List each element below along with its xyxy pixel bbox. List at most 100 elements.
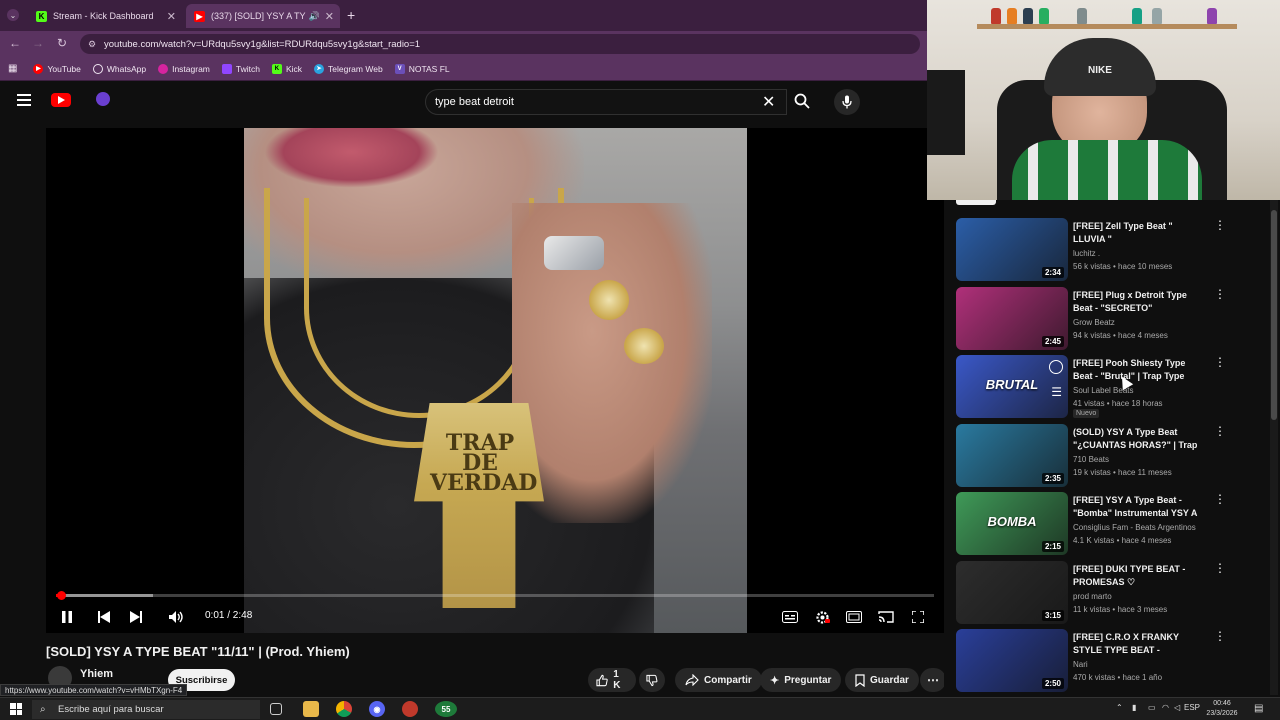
recommendation-item[interactable]: 2:50 [FREE] C.R.O X FRANKY STYLE TYPE BEA… [956,629,1256,693]
video-thumbnail[interactable]: 3:15 [956,560,1068,624]
obs-icon[interactable] [402,701,418,717]
recommendation-title[interactable]: (SOLD) YSY A Type Beat "¿CUANTAS HORAS?"… [1073,426,1205,453]
voice-search-button[interactable] [834,89,860,115]
sidebar-scrollbar[interactable] [1270,200,1278,695]
taskbar-clock[interactable]: 00:46 23/3/2026 [1200,699,1244,719]
dislike-button[interactable] [639,668,665,692]
youtube-logo-icon[interactable] [51,93,71,107]
recommendation-item[interactable]: BRUTAL ☰ [FREE] Pooh Shiesty Type Beat - "… [956,355,1256,419]
video-thumbnail[interactable]: 2:45 [956,286,1068,350]
scrollbar-thumb[interactable] [1271,210,1277,420]
like-button[interactable]: 1 K [588,668,636,692]
video-player[interactable]: TRAP DE VERDAD 0:01 / 2:48 [46,128,944,633]
more-options-icon[interactable]: ⋮ [1214,356,1226,368]
theater-mode-button[interactable] [843,606,865,628]
bookmark-twitch[interactable]: Twitch [221,63,260,74]
more-options-icon[interactable]: ⋮ [1214,288,1226,300]
recommendation-channel[interactable]: Nari [1073,658,1088,671]
recommendation-item[interactable]: 2:45 [FREE] Plug x Detroit Type Beat - "S… [956,286,1256,351]
recommendation-channel[interactable]: prod marto [1073,590,1112,603]
video-thumbnail[interactable]: BRUTAL ☰ [956,355,1068,418]
scrubber-handle[interactable] [57,591,67,600]
recommendation-channel[interactable]: luchitz . [1073,247,1100,260]
recommendation-title[interactable]: [FREE] DUKI TYPE BEAT - PROMESAS ♡ [1073,563,1205,589]
recommendation-channel[interactable]: Grow Beatz [1073,316,1115,329]
chrome-icon[interactable] [336,701,352,717]
bookmark-kick[interactable]: K Kick [271,63,302,74]
battery-icon[interactable]: ▮ [1132,703,1136,712]
language-indicator[interactable]: ESP [1184,703,1200,712]
reload-icon[interactable]: ↻ [57,36,67,50]
bookmark-instagram[interactable]: Instagram [158,63,210,74]
recommendation-item[interactable]: BOMBA 2:15 [FREE] YSY A Type Beat - "Bomba… [956,492,1256,556]
hamburger-menu-icon[interactable] [17,94,31,106]
captions-button[interactable] [779,606,801,628]
taskbar-search-input[interactable]: ⌕ Escribe aquí para buscar [32,700,260,719]
speaker-icon[interactable]: 🔊 [309,11,320,22]
url-field[interactable]: ⚙ youtube.com/watch?v=URdqu5svy1g&list=R… [80,34,920,54]
recommendation-channel[interactable]: Consiglius Fam - Beats Argentinos [1073,521,1196,534]
more-options-icon[interactable]: ⋮ [1214,425,1226,437]
recommendation-item[interactable]: 2:35 (SOLD) YSY A Type Beat "¿CUANTAS HOR… [956,423,1256,488]
tab-youtube-video[interactable]: ▶ (337) [SOLD] YSY A TYPE BE 🔊 ✕ [186,4,340,28]
tray-up-arrow-icon[interactable]: ⌃ [1116,703,1123,712]
recommendation-title[interactable]: [FREE] Pooh Shiesty Type Beat - "Brutal"… [1073,357,1205,384]
app-badge-icon[interactable]: 55 [435,701,457,717]
tab-kick-dashboard[interactable]: K Stream - Kick Dashboard ✕ [28,4,182,28]
apps-icon[interactable]: ▦ [8,63,17,74]
volume-button[interactable] [165,606,187,628]
recommendation-title[interactable]: [FREE] Zell Type Beat " LLUVIA " [1073,220,1205,246]
video-thumbnail[interactable]: BOMBA 2:15 [956,492,1068,555]
fullscreen-button[interactable] [907,606,929,628]
search-input[interactable]: type beat detroit [425,89,787,115]
next-button[interactable] [125,606,147,628]
forward-icon[interactable]: → [32,36,44,50]
share-button[interactable]: Compartir [675,668,762,692]
notifications-icon[interactable]: ▤ [1254,703,1263,714]
recommendation-item[interactable]: 3:15 [FREE] DUKI TYPE BEAT - PROMESAS ♡ pr… [956,560,1256,625]
close-tab-icon[interactable]: ✕ [167,10,176,23]
file-explorer-icon[interactable] [303,701,319,717]
settings-button[interactable] [811,606,833,628]
bookmark-youtube[interactable]: ▶ YouTube [33,63,81,74]
task-view-icon[interactable] [270,703,282,715]
recommendation-item[interactable]: 2:34 [FREE] Zell Type Beat " LLUVIA " luch… [956,218,1256,282]
share-icon [685,674,699,686]
close-tab-icon[interactable]: ✕ [325,10,334,23]
sound-icon[interactable]: ◁ [1174,703,1180,712]
save-button[interactable]: Guardar [845,668,919,692]
video-thumbnail[interactable]: 2:34 [956,218,1068,281]
tab-list-icon[interactable]: ⌄ [7,9,19,21]
wifi-icon[interactable]: ◠ [1162,703,1169,712]
pause-button[interactable] [56,606,78,628]
ask-button[interactable]: ✦ Preguntar [760,668,842,692]
clear-search-icon[interactable]: ✕ [762,92,775,112]
discord-icon[interactable]: ◉ [369,701,385,717]
bookmark-whatsapp[interactable]: WhatsApp [92,63,146,74]
more-options-icon[interactable]: ⋮ [1214,219,1226,231]
back-icon[interactable]: ← [9,36,21,50]
add-to-queue-icon[interactable]: ☰ [1051,385,1062,399]
video-thumbnail[interactable]: 2:35 [956,423,1068,487]
bookmark-notas-fl[interactable]: V NOTAS FL [394,63,450,74]
network-icon[interactable]: ▭ [1148,703,1156,712]
previous-button[interactable] [93,606,115,628]
windows-start-icon[interactable] [10,703,22,715]
search-icon[interactable] [794,93,810,109]
bookmark-telegram[interactable]: ➤ Telegram Web [314,63,383,74]
more-actions-button[interactable]: ⋯ [920,668,946,692]
cast-button[interactable] [875,606,897,628]
recommendation-title[interactable]: [FREE] Plug x Detroit Type Beat - "SECRE… [1073,289,1205,315]
new-tab-button[interactable]: + [347,7,355,23]
progress-bar[interactable] [56,591,934,600]
site-info-icon[interactable]: ⚙ [88,39,96,50]
video-thumbnail[interactable]: 2:50 [956,629,1068,692]
recommendation-title[interactable]: [FREE] YSY A Type Beat - "Bomba" Instrum… [1073,494,1205,520]
channel-name[interactable]: Yhiem [80,668,113,680]
more-options-icon[interactable]: ⋮ [1214,493,1226,505]
more-options-icon[interactable]: ⋮ [1214,562,1226,574]
recommendation-channel[interactable]: 710 Beats [1073,453,1109,466]
more-options-icon[interactable]: ⋮ [1214,630,1226,642]
watch-later-icon[interactable] [1049,360,1063,374]
recommendation-title[interactable]: [FREE] C.R.O X FRANKY STYLE TYPE BEAT - … [1073,631,1205,658]
